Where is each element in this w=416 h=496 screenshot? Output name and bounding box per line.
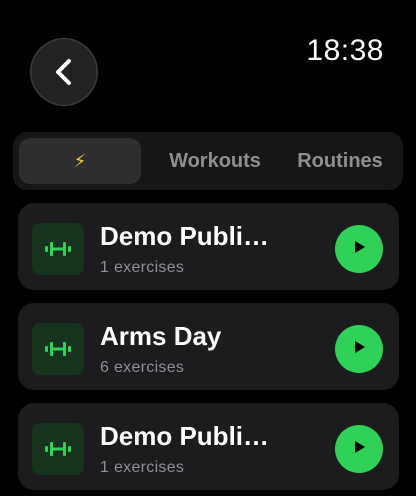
workout-row[interactable]: Arms Day 6 exercises xyxy=(18,303,399,390)
play-button[interactable] xyxy=(335,325,383,373)
workout-title: Demo Publi… xyxy=(100,421,270,451)
segmented-control: ⚡ Workouts Routines xyxy=(13,132,403,190)
workout-exercise-count: 1 exercises xyxy=(100,459,185,476)
play-icon xyxy=(351,439,367,460)
back-button[interactable] xyxy=(30,38,98,106)
play-icon xyxy=(351,239,367,260)
tab-workouts[interactable]: Workouts xyxy=(153,138,277,184)
workout-title: Arms Day xyxy=(100,321,222,351)
lightning-bolt-icon: ⚡ xyxy=(73,150,87,171)
play-button[interactable] xyxy=(335,225,383,273)
tab-routines[interactable]: Routines xyxy=(281,138,399,184)
status-time: 18:38 xyxy=(306,34,384,67)
dumbbell-icon xyxy=(32,423,84,475)
tab-quick-start[interactable]: ⚡ xyxy=(19,138,141,184)
play-button[interactable] xyxy=(335,425,383,473)
dumbbell-icon xyxy=(32,223,84,275)
workout-row[interactable]: Demo Publi… 1 exercises xyxy=(18,403,399,490)
workout-exercise-count: 6 exercises xyxy=(100,359,185,376)
workout-exercise-count: 1 exercises xyxy=(100,259,185,276)
chevron-left-icon xyxy=(52,57,76,87)
workout-title: Demo Publi… xyxy=(100,221,270,251)
workout-row[interactable]: Demo Publi… 1 exercises xyxy=(18,203,399,290)
play-icon xyxy=(351,339,367,360)
dumbbell-icon xyxy=(32,323,84,375)
